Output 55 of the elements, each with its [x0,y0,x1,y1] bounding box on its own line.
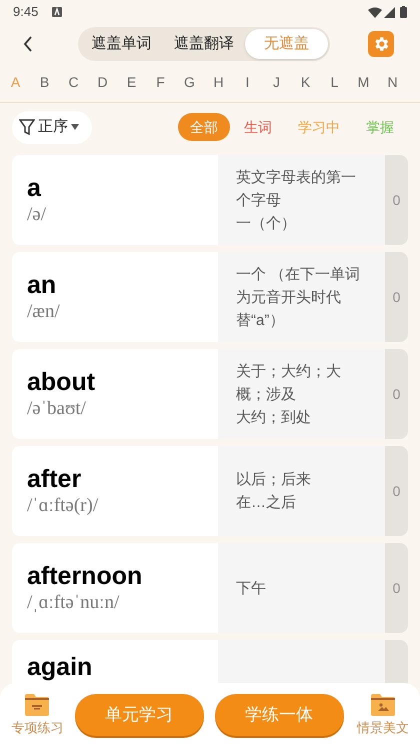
count-text: 0 [392,384,400,404]
letter-index-item[interactable]: D [88,72,117,93]
letter-index-item[interactable]: E [117,72,146,93]
phonetic-text: /æn/ [27,300,61,324]
letter-index-item[interactable]: K [291,72,320,93]
cover-mode-tab[interactable]: 遮盖单词 [80,29,163,59]
phonetic-text: /ˌɑːftəˈnuːn/ [27,591,120,615]
status-time: 9:45 [13,3,38,22]
word-text: afternoon [27,561,144,591]
filter-icon [19,118,35,136]
cover-mode-tab[interactable]: 无遮盖 [245,29,328,59]
word-text: after [27,464,82,494]
battery-icon [400,6,407,18]
translation-text: 在…之后 [236,493,297,513]
settings-button[interactable] [368,31,394,57]
word-text: again [27,652,94,682]
letter-index-item[interactable]: B [30,72,59,93]
word-text: a [27,173,42,203]
folder-icon[interactable] [24,693,50,717]
word-text: about [27,367,96,397]
letter-index-item[interactable]: J [262,72,291,93]
translation-text: 关于；大约；大概；涉及 [236,362,342,404]
practice-link[interactable]: 专项练习 [11,718,64,738]
count-text: 0 [392,288,400,306]
letter-index-item[interactable]: G [175,72,204,93]
letter-index-item[interactable]: C [59,72,88,93]
translation-text: 下午 [236,578,267,598]
letter-index-item[interactable]: F [146,72,175,93]
letter-index-item[interactable]: I [233,72,262,93]
letter-index-item[interactable]: L [320,72,349,93]
folder-icon[interactable] [370,693,396,717]
letter-index-item[interactable]: M [349,72,378,93]
signal-icon [384,6,395,18]
translation-text: 一（个） [236,214,297,234]
caret-icon [71,124,79,130]
count-text: 0 [392,190,400,210]
translation-text: 英文字母表的第一个字母 [236,168,357,210]
letter-index-item[interactable]: N [378,72,407,93]
count-text: 0 [392,482,400,500]
word-text: an [27,270,58,300]
translation-text: 大约；到处 [236,408,312,428]
wifi-icon [368,6,382,18]
translation-text: 一个 （在下一单词为元音开头时代替“a”） [236,264,362,330]
translation-text: 以后；后来 [236,470,312,490]
phonetic-text: /ə/ [27,203,47,227]
notification-icon [52,7,62,17]
reading-link[interactable]: 情景美文 [356,718,409,738]
count-text: 0 [392,578,400,598]
cover-mode-tab[interactable]: 遮盖翻译 [162,29,246,59]
back-icon[interactable] [23,36,33,52]
letter-index-item[interactable]: H [204,72,233,93]
filter-tab[interactable]: 生词 [232,113,284,141]
phonetic-text: /əˈbaʊt/ [27,397,87,421]
phonetic-text: /ˈɑːftə(r)/ [27,494,100,518]
sort-dropdown[interactable]: 正序 [12,110,92,144]
